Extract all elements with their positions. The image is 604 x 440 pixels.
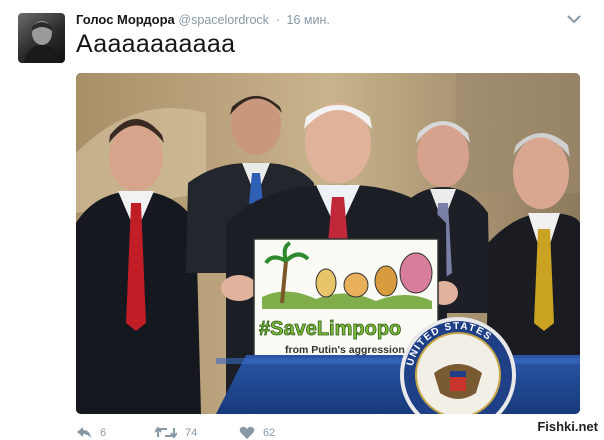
tweet-text: Ааааааааааа [76,30,236,58]
separator: · [275,12,280,27]
tweet-photo[interactable]: #SaveLimpopo from Putin's aggression UNI… [76,73,580,414]
sign-subtitle: from Putin's aggression [285,344,405,356]
retweet-count: 74 [185,426,198,439]
reply-count: 6 [100,426,107,439]
heart-icon[interactable] [239,426,255,440]
reply-icon[interactable] [76,426,92,439]
watermark: Fishki.net [535,419,600,434]
sign-hashtag: #SaveLimpopo [259,318,401,340]
retweet-action[interactable]: 74 [155,426,197,439]
chevron-down-icon[interactable] [567,14,581,24]
like-action[interactable]: 62 [239,426,275,440]
author-handle[interactable]: @spacelordrock [178,13,269,27]
timestamp[interactable]: 16 мин. [287,13,330,27]
reply-action[interactable]: 6 [76,426,106,439]
tweet-actions: 6 74 62 [76,426,604,439]
tweet-header: Голос Мордора @spacelordrock · 16 мин. [76,12,330,27]
avatar[interactable] [18,13,65,63]
retweet-icon[interactable] [155,426,177,439]
like-count: 62 [263,427,276,439]
author-name[interactable]: Голос Мордора [76,12,175,27]
